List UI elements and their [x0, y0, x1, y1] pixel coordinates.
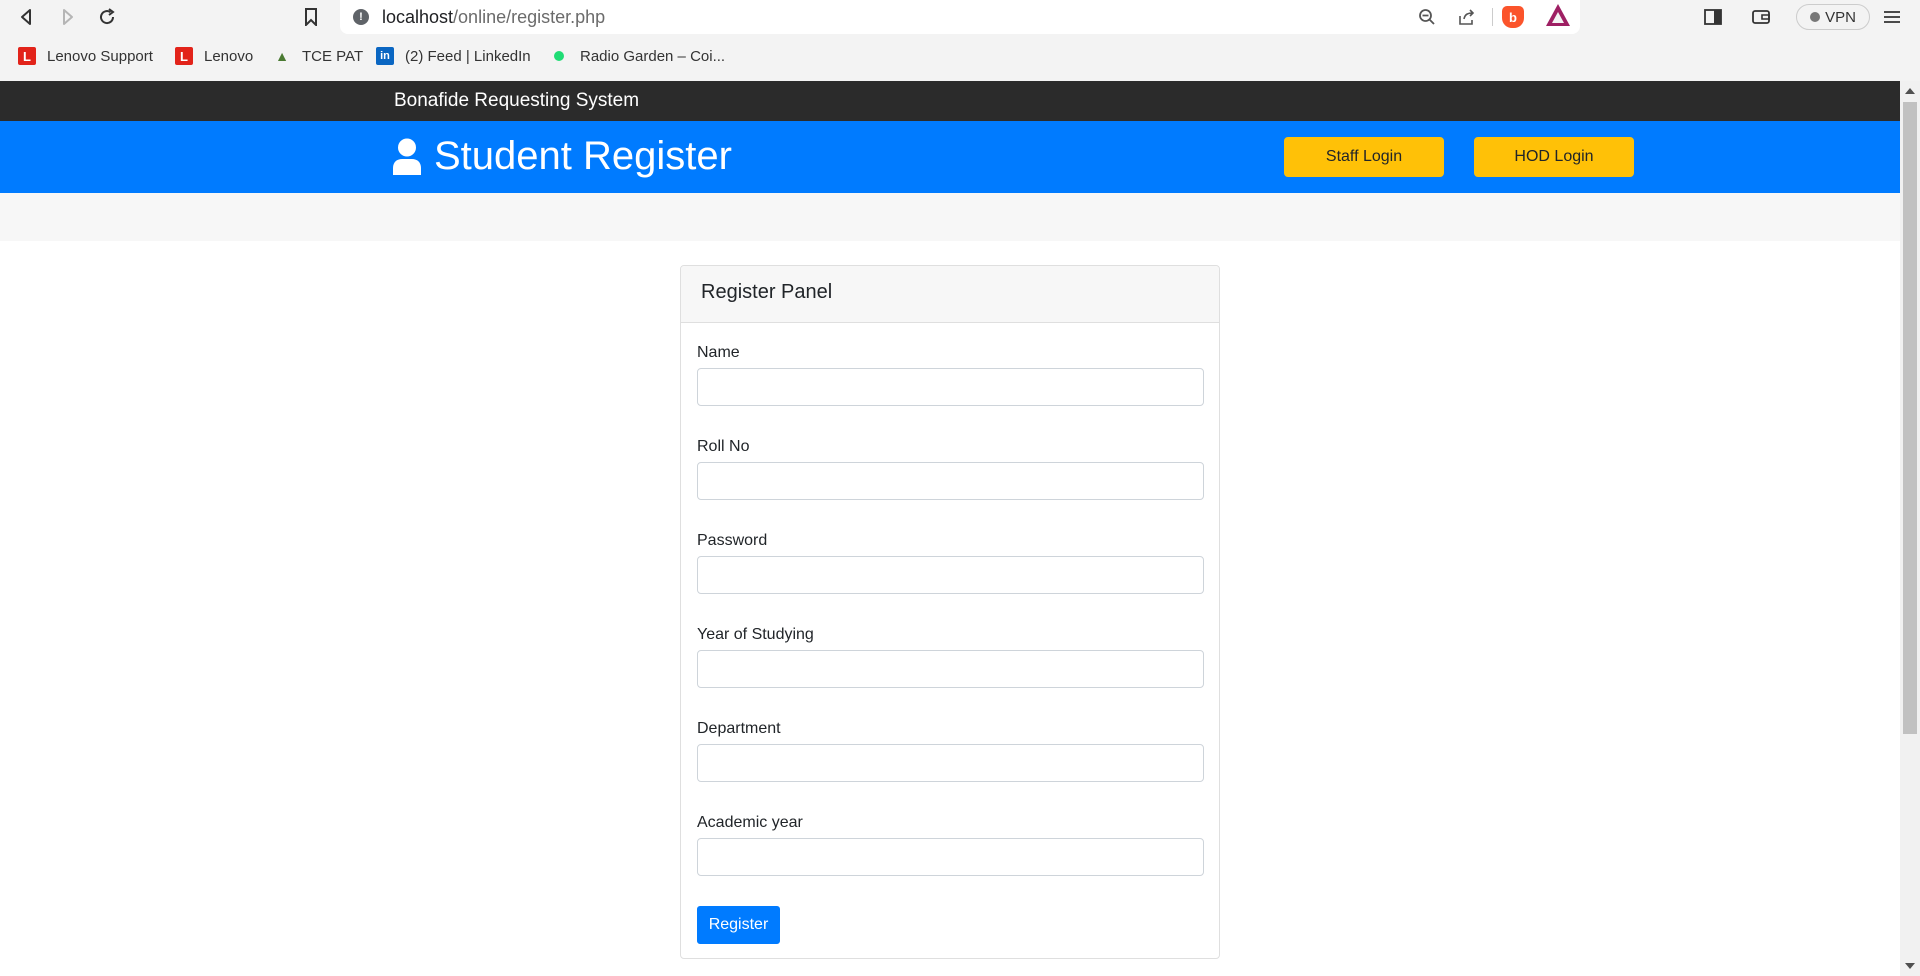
roll-no-input[interactable] — [697, 462, 1204, 500]
department-label: Department — [697, 720, 781, 737]
url-text[interactable]: localhost/online/register.php — [382, 7, 605, 28]
lenovo-logo-icon: L — [18, 47, 36, 65]
user-icon — [393, 138, 421, 175]
brave-shields-icon[interactable]: b — [1502, 6, 1524, 28]
scroll-down-icon[interactable] — [1905, 963, 1915, 969]
name-label: Name — [697, 344, 740, 361]
share-icon[interactable] — [1456, 6, 1478, 28]
vpn-status-icon — [1810, 12, 1821, 22]
forward-icon[interactable] — [54, 4, 80, 30]
menu-icon[interactable] — [1879, 4, 1905, 30]
zoom-out-icon[interactable] — [1416, 6, 1438, 28]
bookmark-label: Radio Garden – Coi... — [580, 47, 726, 65]
spacer-band — [0, 193, 1900, 241]
site-topbar: Bonafide Requesting System — [0, 81, 1900, 121]
lenovo-logo-icon: L — [175, 47, 193, 65]
register-button[interactable]: Register — [697, 906, 780, 944]
register-panel: Register Panel Name Roll No Password Yea… — [680, 265, 1220, 959]
bookmark-label: Lenovo — [204, 47, 254, 65]
password-label: Password — [697, 532, 768, 549]
academic-year-input[interactable] — [697, 838, 1204, 876]
bookmark-label: TCE PAT — [302, 47, 364, 65]
back-icon[interactable] — [14, 4, 40, 30]
site-info-icon[interactable]: ! — [353, 9, 369, 25]
reload-icon[interactable] — [94, 4, 120, 30]
bookmark-lenovo[interactable]: L Lenovo — [175, 43, 253, 69]
bookmark-label: (2) Feed | LinkedIn — [405, 47, 531, 65]
scroll-thumb[interactable] — [1903, 102, 1917, 734]
tce-logo-icon: ▲ — [273, 47, 291, 65]
browser-toolbar: ! localhost/online/register.php b VPN — [0, 0, 1920, 34]
roll-no-label: Roll No — [697, 438, 750, 455]
wallet-icon[interactable] — [1748, 4, 1774, 30]
site-brand[interactable]: Bonafide Requesting System — [394, 90, 639, 112]
bookmark-radio-garden[interactable]: Radio Garden – Coi... — [550, 43, 725, 69]
academic-year-label: Academic year — [697, 814, 803, 831]
page-scrollbar[interactable] — [1900, 81, 1920, 976]
page-header: Student Register Staff Login HOD Login — [0, 121, 1900, 193]
year-of-studying-input[interactable] — [697, 650, 1204, 688]
address-bar[interactable]: ! localhost/online/register.php — [340, 0, 1580, 34]
bookmark-label: Lenovo Support — [47, 47, 153, 65]
name-input[interactable] — [697, 368, 1204, 406]
page-title: Student Register — [434, 134, 732, 178]
hod-login-button[interactable]: HOD Login — [1474, 137, 1634, 177]
password-input[interactable] — [697, 556, 1204, 594]
vpn-label: VPN — [1825, 8, 1856, 26]
bookmark-tce-pat[interactable]: ▲ TCE PAT — [273, 43, 363, 69]
panel-title: Register Panel — [681, 266, 1219, 323]
brave-rewards-icon[interactable] — [1546, 4, 1570, 26]
staff-login-button[interactable]: Staff Login — [1284, 137, 1444, 177]
sidebar-icon[interactable] — [1700, 4, 1726, 30]
linkedin-logo-icon: in — [376, 47, 394, 65]
bookmark-icon[interactable] — [298, 4, 324, 30]
page-viewport: Bonafide Requesting System Student Regis… — [0, 81, 1900, 976]
bookmark-linkedin[interactable]: in (2) Feed | LinkedIn — [376, 43, 531, 69]
scroll-up-icon[interactable] — [1905, 88, 1915, 94]
vpn-button[interactable]: VPN — [1796, 4, 1870, 30]
year-of-studying-label: Year of Studying — [697, 626, 814, 643]
radio-garden-icon — [554, 51, 564, 61]
bookmarks-bar: L Lenovo Support L Lenovo ▲ TCE PAT in (… — [0, 34, 1920, 81]
bookmark-lenovo-support[interactable]: L Lenovo Support — [18, 43, 153, 69]
department-input[interactable] — [697, 744, 1204, 782]
